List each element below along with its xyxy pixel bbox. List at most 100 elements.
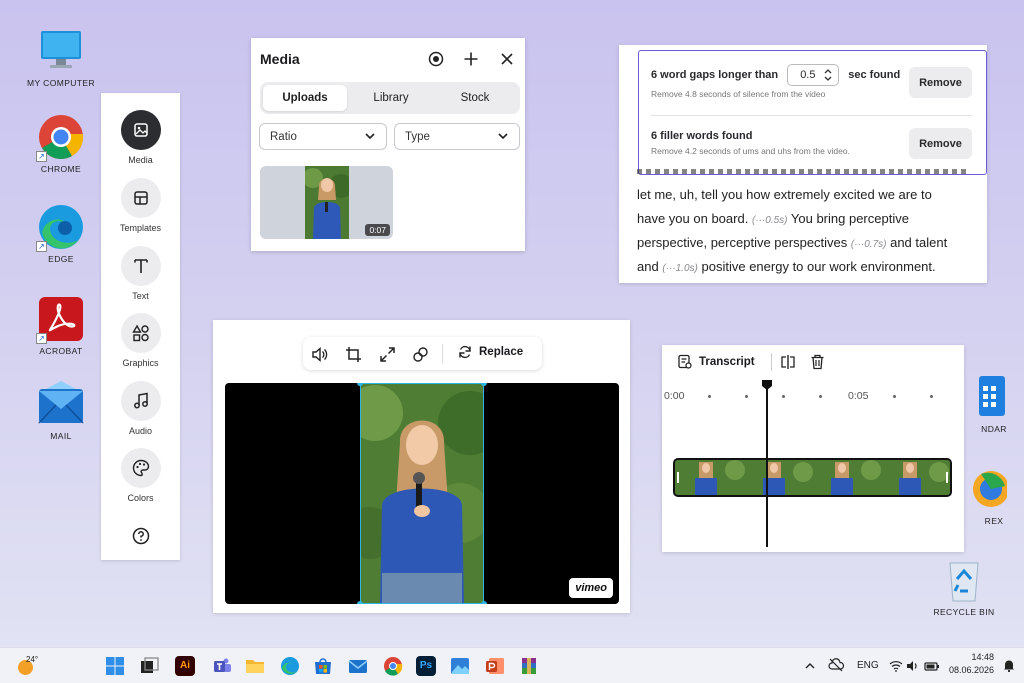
desktop-icon-acrobat[interactable]: ↗ ACROBAT (19, 296, 103, 356)
remove-gaps-button[interactable]: Remove (909, 67, 972, 98)
record-icon[interactable] (427, 50, 445, 68)
tab-stock[interactable]: Stock (433, 85, 517, 111)
transcript-line[interactable]: perspective, perceptive perspectives (··… (637, 231, 947, 257)
crop-icon[interactable] (344, 345, 362, 363)
remove-filler-button[interactable]: Remove (909, 128, 972, 159)
desktop-icon-mail[interactable]: MAIL (19, 381, 103, 441)
desktop-icon-edge[interactable]: ↗ EDGE (19, 204, 103, 264)
close-icon[interactable] (498, 50, 516, 68)
battery-icon[interactable] (924, 659, 940, 677)
chevron-up-icon[interactable] (804, 659, 816, 677)
rail-item-templates[interactable]: Templates (101, 178, 180, 233)
trim-handle-right[interactable] (946, 472, 948, 483)
resize-handle[interactable] (481, 601, 487, 604)
clip-filmstrip (675, 460, 950, 495)
word-gaps-row: 6 word gaps longer than 0.5 sec found Re… (651, 64, 900, 99)
edge-icon: ↗ (36, 204, 84, 252)
cleanup-suggestions: 6 word gaps longer than 0.5 sec found Re… (638, 50, 987, 175)
powerpoint-icon[interactable] (485, 656, 505, 676)
ratio-dropdown[interactable]: Ratio (259, 123, 387, 150)
shortcut-arrow-icon: ↗ (36, 151, 47, 162)
photos-icon[interactable] (450, 656, 470, 676)
cloud-offline-icon[interactable] (828, 658, 845, 677)
rail-item-graphics[interactable]: Graphics (101, 313, 180, 368)
edge-taskbar-icon[interactable] (280, 656, 300, 676)
video-player-panel: Replace vimeo (213, 320, 630, 613)
type-dropdown[interactable]: Type (394, 123, 520, 150)
language-indicator[interactable]: ENG (857, 660, 879, 671)
shortcut-arrow-icon: ↗ (36, 241, 47, 252)
transcript-button[interactable]: Transcript (677, 354, 755, 369)
word-gaps-suffix: sec found (848, 68, 901, 81)
rail-item-audio[interactable]: Audio (101, 381, 180, 436)
rail-item-text[interactable]: Text (101, 246, 180, 301)
chrome-taskbar-icon[interactable] (383, 656, 403, 676)
pause-marker[interactable]: (···0.7s) (851, 239, 887, 250)
tab-library[interactable]: Library (349, 85, 433, 111)
mail-taskbar-icon[interactable] (348, 656, 368, 676)
expand-icon[interactable] (378, 345, 396, 363)
pause-marker[interactable]: (···0.5s) (752, 215, 788, 226)
transcript-line[interactable]: and (···1.0s) positive energy to our wor… (637, 255, 936, 281)
trash-icon[interactable] (810, 354, 825, 375)
playhead-handle[interactable] (762, 380, 772, 390)
gap-seconds-stepper[interactable]: 0.5 (787, 64, 840, 86)
transcript-line[interactable]: have you on board. (···0.5s) You bring p… (637, 207, 909, 233)
volume-icon[interactable] (310, 345, 328, 363)
clip-toolbar: Replace (303, 337, 542, 370)
winrar-icon[interactable] (519, 656, 539, 676)
video-stage[interactable]: vimeo (225, 383, 619, 604)
transcript-line[interactable]: let me, uh, tell you how extremely excit… (637, 183, 932, 207)
weather-widget[interactable]: 24° (16, 655, 46, 677)
notification-bell-icon[interactable] (1003, 659, 1015, 677)
taskbar: 24° Ai Ps ENG 14:48 08.06.2026 (0, 647, 1024, 683)
volume-tray-icon[interactable] (906, 659, 920, 677)
task-view-icon[interactable] (140, 656, 160, 676)
rail-item-label: Graphics (122, 358, 159, 368)
illustrator-icon[interactable]: Ai (175, 656, 195, 676)
media-thumbnail[interactable]: 0:07 (260, 166, 393, 239)
resize-handle[interactable] (481, 383, 487, 386)
stepper-arrows-icon[interactable] (824, 68, 832, 82)
wifi-icon[interactable] (889, 659, 903, 677)
rail-item-colors[interactable]: Colors (101, 448, 180, 503)
pause-marker[interactable]: (···1.0s) (662, 263, 698, 274)
word-gaps-subtitle: Remove 4.8 seconds of silence from the v… (651, 89, 826, 99)
rail-item-media[interactable]: Media (101, 110, 180, 165)
start-icon[interactable] (105, 656, 125, 676)
calendar-icon (961, 374, 1007, 420)
transcript-button-label: Transcript (699, 355, 755, 368)
shortcut-arrow-icon: ↗ (36, 333, 47, 344)
filler-words-subtitle: Remove 4.2 seconds of ums and uhs from t… (651, 146, 850, 156)
selection-frame[interactable] (360, 383, 484, 604)
clock[interactable]: 14:48 08.06.2026 (948, 652, 994, 675)
desktop-icon-recycle-bin[interactable]: RECYCLE BIN (922, 557, 1006, 617)
split-icon[interactable] (780, 354, 796, 375)
playhead[interactable] (766, 381, 768, 547)
recycle-bin-icon (941, 557, 987, 603)
graphics-icon (120, 313, 161, 353)
replace-button[interactable]: Replace (458, 345, 523, 359)
tool-rail: Media Templates Text Graphics Audio Colo… (101, 93, 180, 560)
photoshop-icon[interactable]: Ps (416, 656, 436, 676)
tick-dot (708, 395, 711, 398)
thumbnail-image (305, 166, 349, 239)
video-track-clip[interactable] (673, 458, 952, 497)
help-icon[interactable] (132, 527, 150, 550)
desktop-icon-chrome[interactable]: ↗ CHROME (19, 114, 103, 174)
trim-handle-left[interactable] (677, 472, 679, 483)
duration-badge: 0:07 (365, 224, 390, 236)
desktop-icon-my-computer[interactable]: MY COMPUTER (19, 28, 103, 88)
timeline-panel: Transcript 0:00 0:05 (662, 345, 964, 552)
desktop-icon-label: EDGE (48, 254, 74, 264)
media-panel: Media Uploads Library Stock Ratio Type 0… (251, 38, 525, 251)
file-explorer-icon[interactable] (245, 656, 265, 676)
link-icon[interactable] (411, 345, 429, 363)
add-icon[interactable] (462, 50, 480, 68)
store-icon[interactable] (313, 656, 333, 676)
tab-uploads[interactable]: Uploads (263, 85, 347, 111)
teams-icon[interactable] (212, 656, 232, 676)
chrome-icon: ↗ (36, 114, 84, 162)
tick-dot (819, 395, 822, 398)
resize-handle[interactable] (357, 601, 363, 604)
